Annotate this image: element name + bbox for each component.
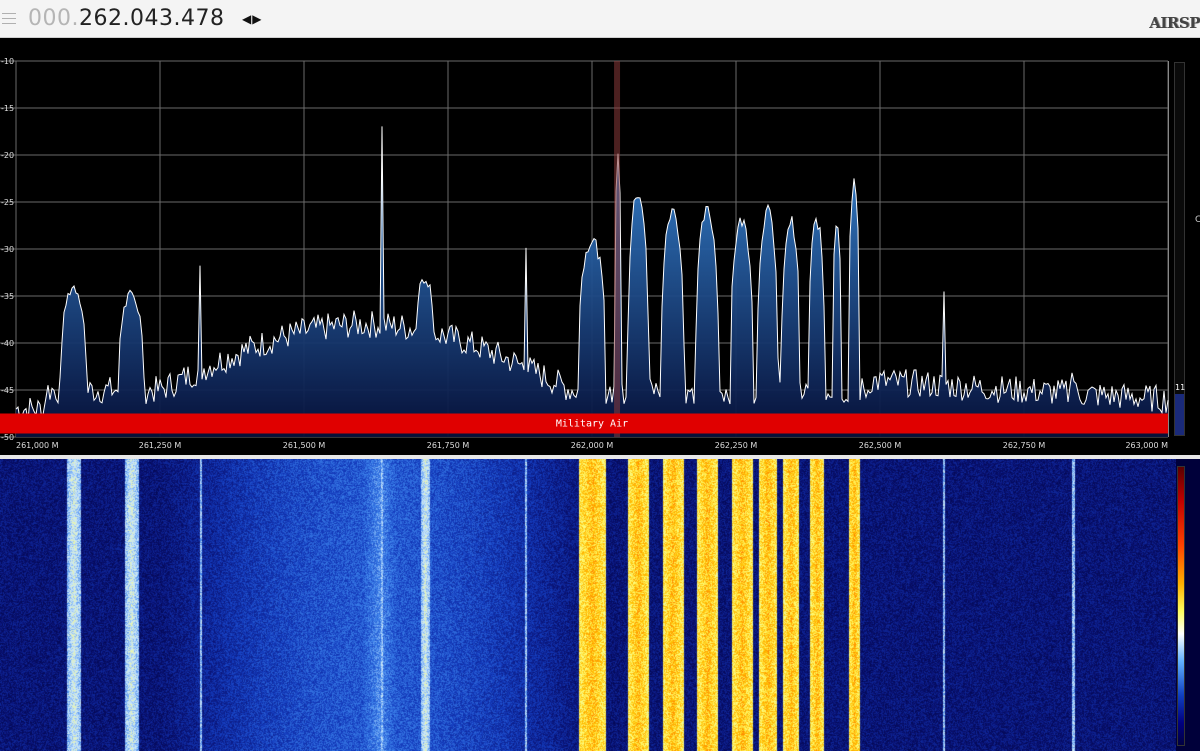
y-tick-label: -15	[1, 104, 14, 113]
tune-right-icon[interactable]: ▶	[252, 9, 261, 29]
waterfall-color-scale	[1177, 466, 1185, 746]
spectrum-plot[interactable]: -10 -15 -20 -25 -30 -35 -40 -45 -50261,000 M 261,…	[0, 39, 1186, 455]
x-tick-label: 261,000 M	[16, 441, 59, 450]
frequency-prefix: 000.	[28, 6, 79, 31]
x-tick-label: 262,500 M	[859, 441, 902, 450]
toolbar-grip-icon[interactable]	[2, 9, 18, 29]
x-tick-label: 262,750 M	[1003, 441, 1046, 450]
level-slider[interactable]	[1174, 62, 1185, 436]
y-tick-label: -40	[1, 339, 14, 348]
waterfall-canvas[interactable]	[0, 459, 1176, 751]
y-tick-label: -50	[1, 433, 14, 442]
y-tick-label: -30	[1, 245, 14, 254]
x-tick-label: 262,250 M	[715, 441, 758, 450]
level-value: 11	[1175, 383, 1186, 392]
frequency-display[interactable]: 000.262.043.478	[28, 3, 224, 35]
frequency-value[interactable]: 262.043.478	[79, 6, 224, 31]
plot-right-border	[1168, 61, 1169, 437]
x-tick-label: 262,000 M	[571, 441, 614, 450]
tune-left-icon[interactable]: ◀	[242, 9, 251, 29]
airspy-logo: AIRSP	[1149, 14, 1200, 32]
x-tick-label: 261,500 M	[283, 441, 326, 450]
right-axis-label: C	[1195, 215, 1200, 225]
y-tick-label: -25	[1, 198, 14, 207]
band-plan-label: Military Air	[556, 419, 628, 430]
y-tick-label: -45	[1, 386, 14, 395]
spectrum-right-strip	[1186, 39, 1200, 455]
x-tick-label: 263,000 M	[1125, 441, 1168, 450]
tuner-marker	[614, 61, 621, 437]
y-tick-label: -20	[1, 151, 14, 160]
y-tick-label: -35	[1, 292, 14, 301]
y-tick-label: -10	[1, 57, 14, 66]
toolbar: 000.262.043.478 ◀ ▶ AIRSP	[0, 0, 1200, 38]
x-tick-label: 261,750 M	[427, 441, 470, 450]
waterfall-panel[interactable]	[0, 459, 1200, 751]
tune-arrows[interactable]: ◀ ▶	[242, 9, 261, 29]
x-tick-label: 261,250 M	[139, 441, 182, 450]
level-fill	[1175, 394, 1184, 435]
spectrum-panel[interactable]: -10 -15 -20 -25 -30 -35 -40 -45 -50 261,000 M 261,…	[0, 39, 1200, 455]
